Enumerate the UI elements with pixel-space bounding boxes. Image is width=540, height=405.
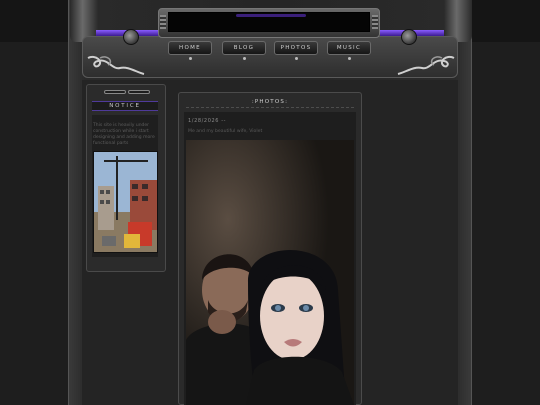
notice-pill-icon	[104, 90, 126, 94]
nav-photos-button[interactable]: PHOTOS	[274, 41, 318, 55]
notice-pill-icon	[128, 90, 150, 94]
nav-dot-icon	[295, 57, 298, 60]
nav-dot-icon	[189, 57, 192, 60]
nav-dot-icon	[243, 57, 246, 60]
construction-site-photo	[93, 151, 158, 253]
right-margin	[472, 42, 540, 405]
notice-title: NOTICE	[92, 101, 158, 111]
left-knob-icon	[123, 29, 139, 45]
page: HOME BLOG PHOTOS MUSIC NOTICE This site …	[0, 0, 540, 405]
right-grip-icon	[372, 15, 378, 29]
right-knob-icon	[401, 29, 417, 45]
screen-glow	[236, 14, 306, 17]
couple-selfie-photo[interactable]	[186, 140, 354, 405]
notice-text: This site is heavily under construction …	[93, 123, 155, 146]
left-grip-icon	[160, 15, 166, 29]
post-date: 1/28/2026 --	[188, 118, 227, 124]
post-caption: Me and my beautiful wife, Violet	[188, 129, 263, 134]
nav-music-button[interactable]: MUSIC	[327, 41, 371, 55]
right-ornament-icon	[397, 56, 455, 75]
nav-dot-icon	[348, 57, 351, 60]
left-margin	[0, 42, 68, 405]
left-ornament-icon	[87, 56, 145, 75]
nav-home-button[interactable]: HOME	[168, 41, 212, 55]
nav-blog-button[interactable]: BLOG	[222, 41, 266, 55]
photos-title: :PHOTOS:	[186, 98, 354, 108]
